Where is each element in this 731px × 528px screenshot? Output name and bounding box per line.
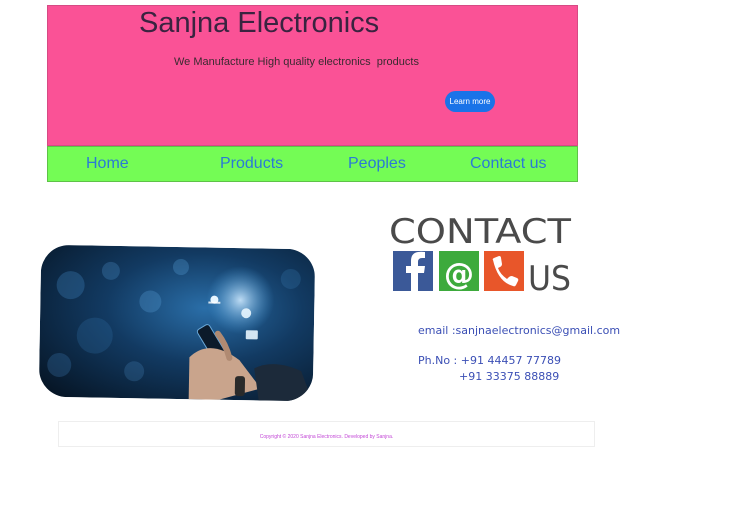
facebook-icon[interactable] [393, 251, 433, 291]
nav-contact-us[interactable]: Contact us [470, 155, 546, 173]
phone-image [38, 244, 316, 402]
phone-icon[interactable] [484, 251, 524, 291]
nav-products[interactable]: Products [220, 155, 283, 173]
contact-us-logo: CONTACT @ US [389, 212, 571, 294]
hero-banner: Sanjna Electronics We Manufacture High q… [47, 5, 578, 146]
svg-text:@: @ [444, 257, 474, 292]
learn-more-button[interactable]: Learn more [445, 91, 495, 112]
contact-phone-1: Ph.No : +91 44457 77789 [418, 354, 561, 367]
tagline: We Manufacture High quality electronics … [174, 56, 419, 68]
contact-logo-us: US [528, 259, 571, 294]
email-icon[interactable]: @ [439, 251, 479, 292]
contact-email[interactable]: email :sanjnaelectronics@gmail.com [418, 324, 620, 337]
nav-peoples[interactable]: Peoples [348, 155, 406, 173]
nav-home[interactable]: Home [86, 155, 129, 173]
footer: Copyright © 2020 Sanjna Electronics. Dev… [58, 421, 595, 447]
contact-logo-text: CONTACT [389, 212, 571, 252]
main-nav: Home Products Peoples Contact us [47, 146, 578, 182]
contact-phone-2: +91 33375 88889 [459, 370, 560, 383]
footer-copyright: Copyright © 2020 Sanjna Electronics. Dev… [259, 434, 394, 440]
site-title: Sanjna Electronics [139, 7, 380, 39]
